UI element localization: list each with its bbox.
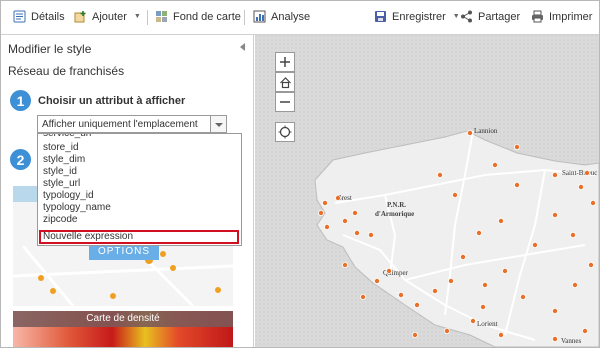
list-item[interactable]: typology_id	[43, 190, 94, 201]
analysis-button[interactable]: Analyse	[253, 10, 310, 23]
map-label-lorient: Lorient	[477, 320, 498, 328]
add-layer-icon	[74, 10, 87, 23]
list-item[interactable]: style_dim	[43, 154, 85, 165]
step-1-badge: 1	[10, 90, 31, 111]
list-item[interactable]: service_url	[43, 134, 91, 139]
details-label: Détails	[31, 10, 65, 23]
list-item[interactable]: style_url	[43, 178, 80, 189]
home-icon	[279, 76, 291, 88]
layer-name: Réseau de franchisés	[8, 64, 125, 78]
basemap-icon	[155, 10, 168, 23]
attribute-select[interactable]: Afficher uniquement l'emplacement	[37, 115, 227, 133]
style-panel: Modifier le style Réseau de franchisés 1…	[1, 35, 254, 347]
map-label-armorique: d'Armorique	[375, 210, 414, 218]
map-label-vannes: Vannes	[561, 337, 581, 345]
toolbar-divider	[147, 10, 148, 25]
save-button[interactable]: Enregistrer ▼	[374, 10, 460, 23]
map-canvas: Lannion Saint-Brieuc Brest P.N.R. d'Armo…	[255, 35, 599, 347]
app-frame: Détails Ajouter ▼ Fond de carte Analyse	[0, 0, 600, 348]
toolbar: Détails Ajouter ▼ Fond de carte Analyse	[1, 1, 599, 35]
home-button[interactable]	[275, 72, 295, 92]
plus-icon	[280, 57, 290, 67]
add-label: Ajouter	[92, 10, 127, 23]
map-label-lannion: Lannion	[474, 127, 498, 135]
attribute-dropdown-list[interactable]: service_url store_id style_dim style_id …	[37, 133, 242, 246]
print-button[interactable]: Imprimer	[531, 10, 592, 23]
map-view[interactable]: Lannion Saint-Brieuc Brest P.N.R. d'Armo…	[255, 35, 599, 347]
chevron-down-icon: ▼	[452, 13, 460, 20]
print-label: Imprimer	[549, 10, 593, 23]
share-icon	[460, 10, 473, 23]
toolbar-divider	[244, 10, 245, 25]
density-map-label: Carte de densité	[86, 313, 160, 324]
analysis-label: Analyse	[271, 10, 311, 23]
panel-title: Modifier le style	[8, 42, 92, 56]
collapse-panel-icon[interactable]	[240, 43, 245, 51]
new-expression-item[interactable]: Nouvelle expression	[43, 231, 133, 242]
step-2-badge: 2	[10, 149, 31, 170]
map-label-saint-brieuc: Saint-Brieuc	[562, 169, 597, 177]
save-icon	[374, 10, 387, 23]
print-icon	[531, 10, 544, 23]
chevron-down-icon: ▼	[133, 13, 141, 20]
locate-icon	[278, 125, 292, 139]
map-label-pnr: P.N.R.	[387, 201, 406, 209]
add-button[interactable]: Ajouter ▼	[74, 10, 141, 23]
density-map-card[interactable]: Carte de densité	[13, 311, 233, 347]
list-item[interactable]: typology_name	[43, 202, 111, 213]
share-button[interactable]: Partager	[460, 10, 520, 23]
zoom-out-button[interactable]	[275, 92, 295, 112]
zoom-in-button[interactable]	[275, 52, 295, 72]
list-item[interactable]: style_id	[43, 166, 77, 177]
list-item[interactable]: store_id	[43, 142, 79, 153]
basemap-button[interactable]: Fond de carte	[155, 10, 241, 23]
details-button[interactable]: Détails	[13, 10, 65, 23]
details-icon	[13, 10, 26, 23]
chevron-down-icon[interactable]	[210, 115, 227, 133]
basemap-label: Fond de carte	[173, 10, 241, 23]
save-label: Enregistrer	[392, 10, 446, 23]
analysis-icon	[253, 10, 266, 23]
share-label: Partager	[478, 10, 521, 23]
minus-icon	[280, 101, 290, 103]
step-1-label: Choisir un attribut à afficher	[38, 95, 186, 107]
locate-button[interactable]	[275, 122, 295, 142]
list-item[interactable]: zipcode	[43, 214, 77, 225]
